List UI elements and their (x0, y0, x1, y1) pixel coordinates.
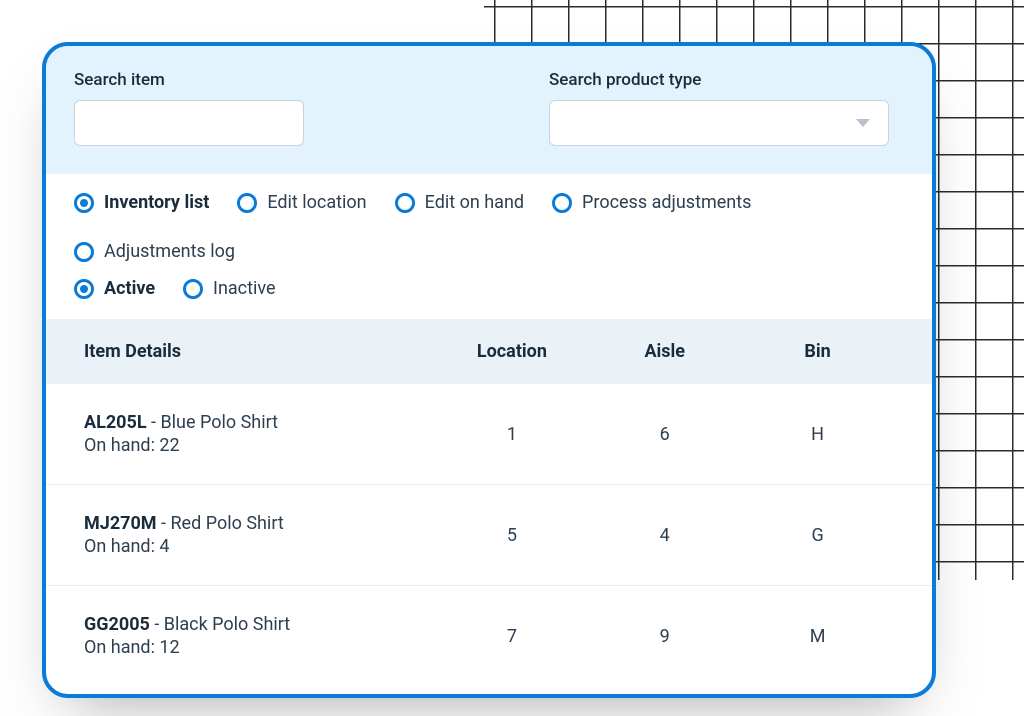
radio-label: Adjustments log (104, 241, 235, 262)
radio-icon (395, 193, 415, 213)
col-header-bin: Bin (741, 341, 894, 362)
search-item-input[interactable] (74, 100, 304, 146)
radio-label: Process adjustments (582, 192, 751, 213)
radio-icon (74, 279, 94, 299)
cell-aisle: 4 (588, 525, 741, 546)
table-row[interactable]: MJ270M - Red Polo ShirtOn hand: 454G (46, 485, 932, 586)
radio-label: Inactive (213, 278, 275, 299)
status-radio-inactive[interactable]: Inactive (183, 278, 275, 299)
col-header-aisle: Aisle (588, 341, 741, 362)
search-band: Search item Search product type (46, 46, 932, 174)
cell-location: 1 (436, 424, 589, 445)
filter-row-status: Active Inactive (74, 278, 904, 299)
chevron-down-icon (856, 119, 870, 127)
radio-label: Edit location (267, 192, 366, 213)
radio-label: Edit on hand (425, 192, 524, 213)
cell-item-details: MJ270M - Red Polo ShirtOn hand: 4 (84, 513, 436, 557)
cell-bin: G (741, 525, 894, 546)
inventory-card: Search item Search product type Inventor… (42, 42, 936, 698)
item-sku: MJ270M (84, 513, 157, 534)
cell-location: 5 (436, 525, 589, 546)
view-radio-edit-on-hand[interactable]: Edit on hand (395, 192, 524, 213)
view-radio-edit-location[interactable]: Edit location (237, 192, 366, 213)
view-radio-inventory-list[interactable]: Inventory list (74, 192, 209, 213)
filter-row-views: Inventory list Edit location Edit on hand P… (74, 192, 904, 262)
radio-label: Active (104, 278, 155, 299)
col-header-location: Location (436, 341, 589, 362)
col-header-item: Item Details (84, 341, 436, 362)
search-type-label: Search product type (549, 70, 904, 90)
search-type-col: Search product type (549, 70, 904, 146)
cell-aisle: 6 (588, 424, 741, 445)
inventory-table: Item Details Location Aisle Bin AL205L -… (46, 319, 932, 693)
item-on-hand: On hand: 12 (84, 637, 436, 658)
radio-icon (237, 193, 257, 213)
item-name: GG2005 - Black Polo Shirt (84, 614, 436, 635)
cell-item-details: AL205L - Blue Polo ShirtOn hand: 22 (84, 412, 436, 456)
item-sku: GG2005 (84, 614, 150, 635)
item-name: MJ270M - Red Polo Shirt (84, 513, 436, 534)
table-body: AL205L - Blue Polo ShirtOn hand: 2216HMJ… (46, 384, 932, 686)
item-on-hand: On hand: 4 (84, 536, 436, 557)
view-radio-process-adjustments[interactable]: Process adjustments (552, 192, 751, 213)
radio-icon (183, 279, 203, 299)
table-header: Item Details Location Aisle Bin (46, 319, 932, 384)
radio-label: Inventory list (104, 192, 209, 213)
table-row[interactable]: AL205L - Blue Polo ShirtOn hand: 2216H (46, 384, 932, 485)
item-name: AL205L - Blue Polo Shirt (84, 412, 436, 433)
cell-aisle: 9 (588, 626, 741, 647)
cell-bin: M (741, 626, 894, 647)
search-type-dropdown[interactable] (549, 100, 889, 146)
radio-icon (74, 242, 94, 262)
item-sku: AL205L (84, 412, 147, 433)
status-radio-active[interactable]: Active (74, 278, 155, 299)
table-row[interactable]: GG2005 - Black Polo ShirtOn hand: 1279M (46, 586, 932, 686)
search-item-label: Search item (74, 70, 429, 90)
cell-item-details: GG2005 - Black Polo ShirtOn hand: 12 (84, 614, 436, 658)
search-item-col: Search item (74, 70, 429, 146)
cell-location: 7 (436, 626, 589, 647)
radio-icon (552, 193, 572, 213)
view-radio-adjustments-log[interactable]: Adjustments log (74, 241, 235, 262)
cell-bin: H (741, 424, 894, 445)
item-on-hand: On hand: 22 (84, 435, 436, 456)
filters: Inventory list Edit location Edit on hand P… (46, 174, 932, 319)
radio-icon (74, 193, 94, 213)
